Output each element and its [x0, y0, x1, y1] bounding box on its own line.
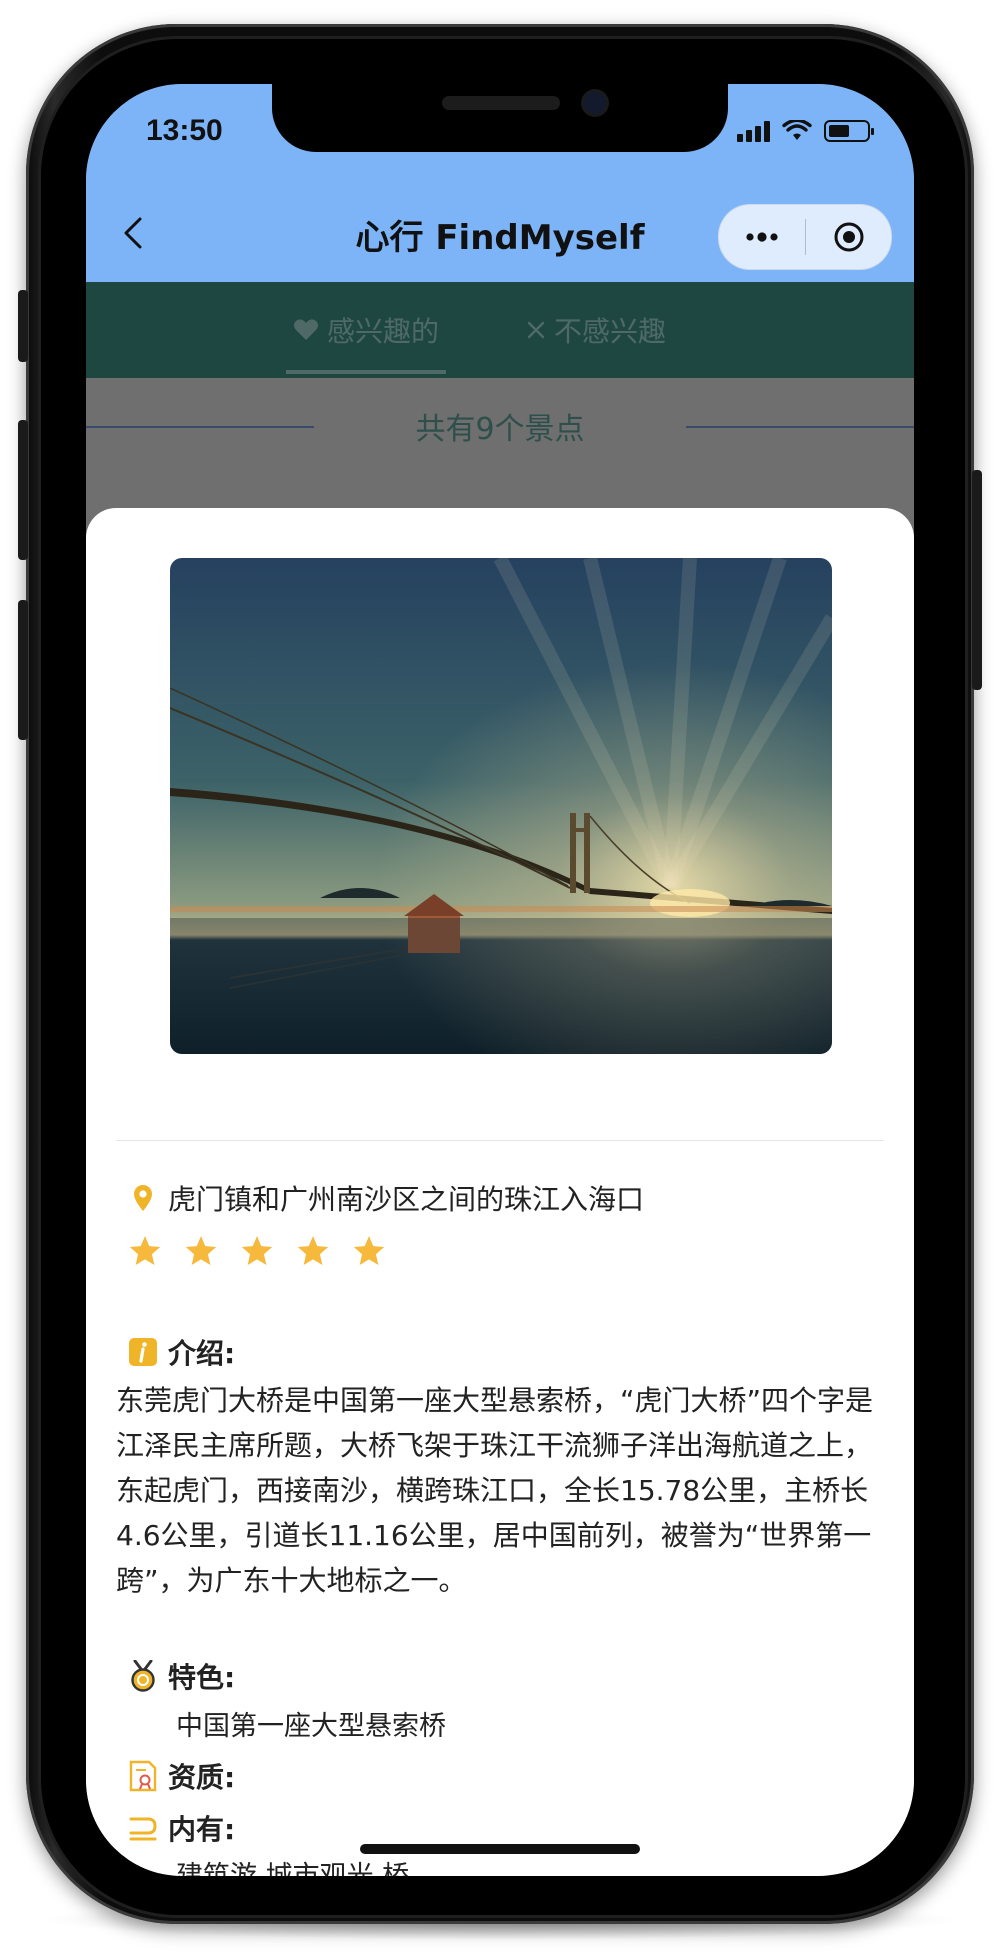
attraction-detail-card: 虎门镇和广州南沙区之间的珠江入海口 介绍: 东莞虎门大桥是中国第一座大型悬索桥，…: [86, 508, 914, 1876]
intro-text: 东莞虎门大桥是中国第一座大型悬索桥，“虎门大桥”四个字是江泽民主席所题，大桥飞架…: [116, 1384, 874, 1597]
qualification-title: 资质:: [168, 1761, 236, 1794]
certificate-icon: [129, 1760, 157, 1792]
card-divider: [116, 1140, 884, 1141]
close-miniprogram-button[interactable]: [806, 205, 891, 269]
more-button[interactable]: [719, 205, 805, 269]
intro-title: 介绍:: [168, 1337, 236, 1370]
more-dots-icon: [746, 232, 778, 242]
tab-uninterested-label: 不感兴趣: [553, 315, 666, 348]
star-icon: [185, 1236, 217, 1266]
tab-interested-label: 感兴趣的: [326, 315, 439, 348]
feature-value: 中国第一座大型悬索桥: [176, 1711, 446, 1742]
star-icon: [353, 1236, 385, 1266]
battery-icon: [824, 120, 874, 142]
tab-interested[interactable]: 感兴趣的: [286, 282, 446, 378]
camera-notch: [272, 84, 728, 152]
feature-title: 特色:: [168, 1661, 236, 1694]
qualification-heading: 资质:: [128, 1756, 235, 1796]
star-icon: [129, 1236, 161, 1266]
tab-uninterested[interactable]: 不感兴趣: [486, 282, 706, 378]
location-text: 虎门镇和广州南沙区之间的珠江入海口: [168, 1183, 645, 1216]
status-time: 13:50: [146, 114, 223, 147]
earpiece-speaker: [442, 96, 560, 110]
close-icon: [527, 321, 545, 339]
feature-heading: 特色:: [128, 1656, 235, 1696]
status-icons: [737, 120, 874, 142]
heart-icon: [293, 319, 318, 340]
tab-bar: 感兴趣的 不感兴趣: [86, 282, 914, 378]
info-icon: [129, 1338, 157, 1366]
wifi-icon: [782, 120, 812, 140]
summary-divider-right: [686, 426, 914, 428]
phone-screen: 13:50 心行 FindMyself 感兴趣的 不感兴趣 共有9个景点 虎门镇…: [86, 84, 914, 1876]
star-icon: [241, 1236, 273, 1266]
star-rating: [128, 1234, 386, 1268]
navigation-bar: 心行 FindMyself: [86, 184, 914, 282]
front-camera: [584, 92, 606, 114]
map-pin-icon: [134, 1185, 152, 1211]
star-icon: [297, 1236, 329, 1266]
location-row: 虎门镇和广州南沙区之间的珠江入海口: [132, 1178, 644, 1218]
attraction-photo[interactable]: [170, 558, 832, 1054]
miniprogram-capsule: [718, 204, 892, 270]
medal-icon: [131, 1660, 155, 1692]
volume-up-button: [18, 420, 28, 560]
mute-switch: [18, 290, 28, 362]
intro-heading: 介绍:: [128, 1332, 235, 1372]
home-indicator[interactable]: [360, 1844, 640, 1854]
contains-title: 内有:: [168, 1813, 236, 1846]
contains-heading: 内有:: [128, 1808, 235, 1848]
active-tab-indicator: [286, 370, 446, 374]
target-circle-icon: [834, 222, 863, 252]
volume-down-button: [18, 600, 28, 740]
contains-value: 建筑游,城市观光,桥: [176, 1854, 409, 1876]
summary-row: 共有9个景点: [86, 378, 914, 474]
contains-list-icon: [129, 1817, 157, 1841]
power-button: [972, 470, 982, 690]
cellular-signal-icon: [737, 120, 770, 142]
